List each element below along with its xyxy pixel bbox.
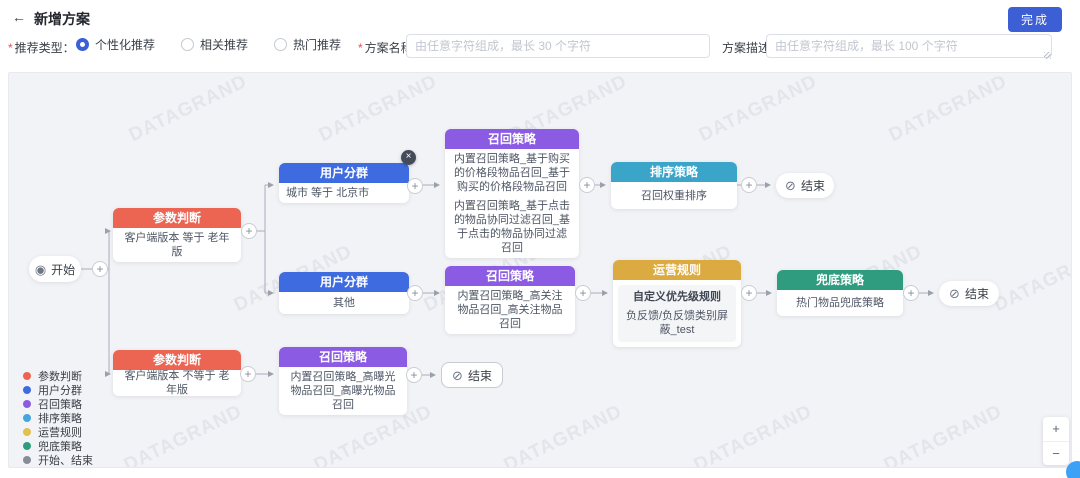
recall-strategy-node-3[interactable]: 召回策略 内置召回策略_高曝光物品召回_高曝光物品召回 [279, 347, 407, 415]
node-type-legend: 参数判断用户分群召回策略排序策略运营规则兜底策略开始、结束 [23, 371, 93, 465]
user-segment-node-2[interactable]: 用户分群 其他 [279, 272, 409, 314]
node-body: 内置召回策略_基于购买的价格段物品召回_基于购买的价格段物品召回 [445, 149, 579, 195]
top-bar: ← 新增方案 完成 [0, 0, 1080, 30]
add-node-button[interactable]: + [92, 261, 108, 277]
legend-dot [23, 372, 31, 380]
help-bubble-icon[interactable] [1066, 461, 1080, 478]
node-type-label: 参数判断 [113, 350, 241, 370]
radio-unselected-icon[interactable] [274, 38, 287, 51]
node-type-label: 用户分群 [279, 163, 409, 183]
start-icon: ◉ [35, 263, 46, 276]
recommend-type-radio-2[interactable]: 热门推荐 [274, 36, 341, 53]
operation-rule-node[interactable]: 运营规则 自定义优先级规则 负反馈/负反馈类别屏蔽_test [613, 260, 741, 347]
recommend-type-radio-0[interactable]: 个性化推荐 [76, 36, 155, 53]
plan-name-input[interactable] [406, 34, 710, 58]
end-node-2[interactable]: ⊘ 结束 [939, 281, 999, 306]
legend-item: 召回策略 [23, 399, 93, 409]
add-node-button[interactable]: + [741, 177, 757, 193]
end-label: 结束 [965, 285, 989, 302]
end-icon: ⊘ [452, 369, 463, 382]
end-node-3[interactable]: ⊘ 结束 [441, 362, 503, 388]
end-label: 结束 [801, 177, 825, 194]
radio-selected-icon[interactable] [76, 38, 89, 51]
delete-node-icon[interactable]: × [401, 150, 416, 165]
node-body: 客户端版本 等于 老年版 [113, 228, 241, 262]
radio-label: 热门推荐 [293, 36, 341, 53]
required-mark: * [8, 41, 13, 55]
node-type-label: 召回策略 [445, 129, 579, 149]
legend-dot [23, 400, 31, 408]
end-node-1[interactable]: ⊘ 结束 [776, 173, 834, 198]
plan-form: *推荐类型： 个性化推荐相关推荐热门推荐 *方案名称： 方案描述： [0, 30, 1080, 64]
flow-canvas[interactable]: DATAGRANDDATAGRANDDATAGRANDDATAGRANDDATA… [8, 72, 1072, 468]
legend-dot [23, 456, 31, 464]
add-node-button[interactable]: + [407, 178, 423, 194]
radio-unselected-icon[interactable] [181, 38, 194, 51]
rule-title: 自定义优先级规则 [624, 290, 730, 304]
legend-dot [23, 386, 31, 394]
end-icon: ⊘ [785, 179, 796, 192]
rule-body: 负反馈/负反馈类别屏蔽_test [624, 309, 730, 337]
add-node-button[interactable]: + [575, 285, 591, 301]
param-judge-node-2[interactable]: 参数判断 客户端版本 不等于 老年版 [113, 350, 241, 396]
add-node-button[interactable]: + [240, 366, 256, 382]
node-body: 客户端版本 不等于 老年版 [113, 370, 241, 396]
new-plan-page: ← 新增方案 完成 *推荐类型： 个性化推荐相关推荐热门推荐 *方案名称： 方案… [0, 0, 1080, 478]
recommend-type-radio-group: 个性化推荐 相关推荐 热门推荐 [76, 36, 341, 53]
node-body: 内置召回策略_高曝光物品召回_高曝光物品召回 [279, 367, 407, 415]
node-type-label: 参数判断 [113, 208, 241, 228]
node-type-label: 排序策略 [611, 162, 737, 182]
radio-label: 相关推荐 [200, 36, 248, 53]
plan-desc-input[interactable] [766, 34, 1052, 58]
user-segment-node-1[interactable]: 用户分群 城市 等于 北京市 [279, 163, 409, 203]
page-title: 新增方案 [34, 9, 90, 29]
add-node-button[interactable]: + [579, 177, 595, 193]
legend-item: 用户分群 [23, 385, 93, 395]
legend-dot [23, 428, 31, 436]
sort-strategy-node[interactable]: 排序策略 召回权重排序 [611, 162, 737, 209]
node-body: 热门物品兜底策略 [777, 290, 903, 316]
back-icon[interactable]: ← [12, 9, 26, 25]
node-body: 内置召回策略_基于点击的物品协同过滤召回_基于点击的物品协同过滤召回 [445, 195, 579, 258]
recommend-type-radio-1[interactable]: 相关推荐 [181, 36, 248, 53]
node-type-label: 召回策略 [279, 347, 407, 367]
zoom-out-button[interactable]: − [1043, 442, 1069, 466]
add-node-button[interactable]: + [407, 285, 423, 301]
legend-item: 排序策略 [23, 413, 93, 423]
zoom-controls: + − [1043, 417, 1069, 465]
legend-dot [23, 414, 31, 422]
zoom-in-button[interactable]: + [1043, 417, 1069, 441]
legend-item: 参数判断 [23, 371, 93, 381]
add-node-button[interactable]: + [241, 223, 257, 239]
radio-label: 个性化推荐 [95, 36, 155, 53]
fallback-strategy-node[interactable]: 兜底策略 热门物品兜底策略 [777, 270, 903, 316]
recall-strategy-node-1[interactable]: 召回策略 内置召回策略_基于购买的价格段物品召回_基于购买的价格段物品召回 内置… [445, 129, 579, 258]
add-node-button[interactable]: + [406, 367, 422, 383]
legend-dot [23, 442, 31, 450]
recommend-type-label: *推荐类型： [8, 39, 75, 56]
node-body: 其他 [279, 292, 409, 314]
node-body: 城市 等于 北京市 [279, 183, 409, 203]
node-type-label: 召回策略 [445, 266, 575, 286]
add-node-button[interactable]: + [903, 285, 919, 301]
node-type-label: 兜底策略 [777, 270, 903, 290]
node-body: 内置召回策略_高关注物品召回_高关注物品召回 [445, 286, 575, 334]
done-button[interactable]: 完成 [1008, 7, 1062, 32]
end-label: 结束 [468, 367, 492, 384]
legend-item: 兜底策略 [23, 441, 93, 451]
node-body: 召回权重排序 [611, 182, 737, 209]
add-node-button[interactable]: + [741, 285, 757, 301]
legend-label: 开始、结束 [38, 452, 93, 468]
recall-strategy-node-2[interactable]: 召回策略 内置召回策略_高关注物品召回_高关注物品召回 [445, 266, 575, 334]
start-node[interactable]: ◉ 开始 [29, 256, 81, 282]
start-label: 开始 [51, 261, 75, 278]
legend-item: 运营规则 [23, 427, 93, 437]
param-judge-node-1[interactable]: 参数判断 客户端版本 等于 老年版 [113, 208, 241, 262]
end-icon: ⊘ [949, 287, 960, 300]
rule-card: 自定义优先级规则 负反馈/负反馈类别屏蔽_test [618, 285, 736, 342]
node-type-label: 用户分群 [279, 272, 409, 292]
node-type-label: 运营规则 [613, 260, 741, 280]
legend-item: 开始、结束 [23, 455, 93, 465]
